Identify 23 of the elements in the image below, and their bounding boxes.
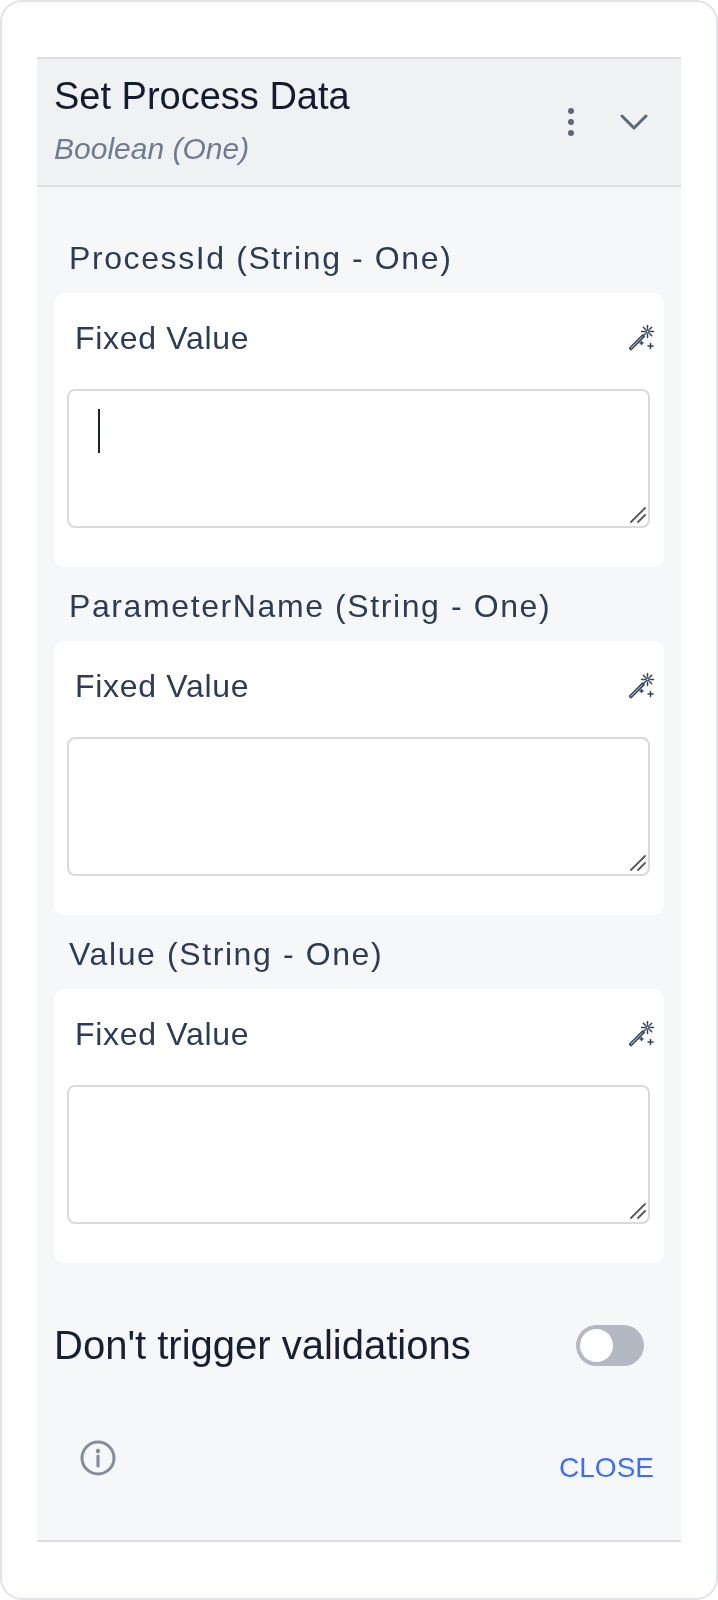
panel-title: Set Process Data	[54, 74, 350, 119]
chevron-down-icon	[620, 113, 648, 131]
parameter-label: ProcessId (String - One)	[68, 239, 454, 277]
text-area-field[interactable]	[67, 737, 650, 876]
magic-wand-icon[interactable]	[627, 324, 655, 352]
parameter-label: Value (String - One)	[68, 935, 385, 973]
toggle-label: Don't trigger validations	[54, 1322, 471, 1369]
value-mode-label: Fixed Value	[75, 319, 250, 357]
vertical-dots-icon	[567, 107, 575, 137]
close-button[interactable]: CLOSE	[549, 1443, 664, 1493]
text-area-field[interactable]	[67, 389, 650, 528]
panel-subtitle: Boolean (One)	[54, 131, 250, 167]
magic-wand-icon[interactable]	[627, 1020, 655, 1048]
info-icon[interactable]	[80, 1440, 116, 1476]
resize-grip-icon[interactable]	[628, 505, 646, 523]
parameter-label: ParameterName (String - One)	[68, 587, 553, 625]
toggle-switch[interactable]	[576, 1324, 644, 1366]
resize-grip-icon[interactable]	[628, 853, 646, 871]
resize-grip-icon[interactable]	[628, 1201, 646, 1219]
value-mode-label: Fixed Value	[75, 1015, 250, 1053]
magic-wand-icon[interactable]	[627, 672, 655, 700]
value-mode-label: Fixed Value	[75, 667, 250, 705]
text-area-field[interactable]	[67, 1085, 650, 1224]
